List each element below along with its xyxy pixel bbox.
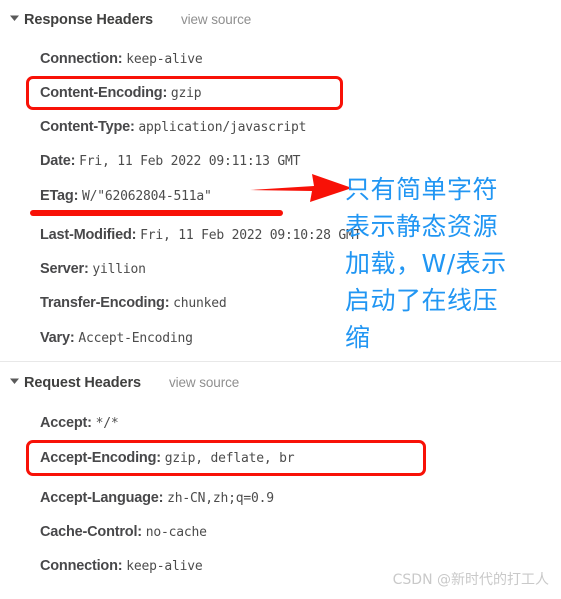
header-value: Accept-Encoding (78, 331, 193, 346)
header-row-content-encoding-response: Content-Encoding: gzip (40, 85, 202, 101)
header-row-last-modified-response: Last-Modified: Fri, 11 Feb 2022 09:10:28… (40, 227, 361, 243)
header-name: Connection: (40, 558, 127, 574)
header-name: Last-Modified: (40, 227, 141, 243)
header-value: chunked (173, 296, 227, 311)
header-row-transfer-encoding-response: Transfer-Encoding: chunked (40, 295, 227, 311)
header-value: */* (95, 416, 119, 431)
highlight-underline-etag (30, 210, 283, 216)
header-row-connection-request: Connection: keep-alive (40, 558, 203, 574)
header-value: gzip (170, 86, 202, 101)
header-row-connection-response: Connection: keep-alive (40, 51, 203, 67)
header-value: gzip, deflate, br (164, 451, 295, 466)
header-row-cache-control-request: Cache-Control: no-cache (40, 524, 207, 540)
triangle-down-icon[interactable] (10, 13, 20, 23)
header-value: keep-alive (126, 559, 203, 574)
header-value: Fri, 11 Feb 2022 09:10:28 GMT (140, 228, 362, 243)
section-header-request-headers[interactable]: Request Headers view source (10, 375, 239, 391)
right-arrow-icon (248, 168, 356, 213)
header-row-accept-request: Accept: */* (40, 415, 119, 431)
header-value: application/javascript (138, 120, 307, 135)
header-name: Cache-Control: (40, 524, 146, 540)
view-source-link-request[interactable]: view source (169, 375, 239, 390)
csdn-watermark: CSDN @新时代的打工人 (392, 572, 549, 588)
section-header-response-headers[interactable]: Response Headers view source (10, 12, 251, 28)
header-name: Date: (40, 153, 80, 169)
header-name: Connection: (40, 51, 127, 67)
http-headers-panel: Response Headers view source Connection:… (0, 0, 561, 599)
header-value: Fri, 11 Feb 2022 09:11:13 GMT (79, 154, 301, 169)
header-name: Accept: (40, 415, 96, 431)
header-value: W/"62062804-511a" (82, 189, 212, 204)
header-name: Accept-Encoding: (40, 450, 165, 466)
view-source-link-response[interactable]: view source (181, 12, 251, 27)
header-row-server-response: Server: yillion (40, 261, 146, 277)
section-divider (0, 361, 561, 362)
header-row-vary-response: Vary: Accept-Encoding (40, 330, 193, 346)
triangle-down-icon[interactable] (10, 376, 20, 386)
header-value: keep-alive (126, 52, 203, 67)
header-name: Content-Type: (40, 119, 139, 135)
header-value: zh-CN,zh;q=0.9 (167, 491, 274, 506)
section-title-request-headers: Request Headers (24, 375, 141, 391)
header-name: Accept-Language: (40, 490, 168, 506)
header-name: Transfer-Encoding: (40, 295, 174, 311)
header-value: yillion (92, 262, 146, 277)
header-name: Content-Encoding: (40, 85, 171, 101)
header-row-date-response: Date: Fri, 11 Feb 2022 09:11:13 GMT (40, 153, 300, 169)
header-row-accept-encoding-request: Accept-Encoding: gzip, deflate, br (40, 450, 295, 466)
section-title-response-headers: Response Headers (24, 12, 153, 28)
header-row-content-type-response: Content-Type: application/javascript (40, 119, 306, 135)
annotation-text: 只有简单字符 表示静态资源 加载，W/表示 启动了在线压 缩 (345, 175, 507, 352)
header-name: ETag: (40, 188, 83, 204)
header-value: no-cache (145, 525, 207, 540)
header-row-etag-response: ETag: W/"62062804-511a" (40, 188, 212, 204)
header-row-accept-language-request: Accept-Language: zh-CN,zh;q=0.9 (40, 490, 274, 506)
header-name: Server: (40, 261, 93, 277)
header-name: Vary: (40, 330, 79, 346)
